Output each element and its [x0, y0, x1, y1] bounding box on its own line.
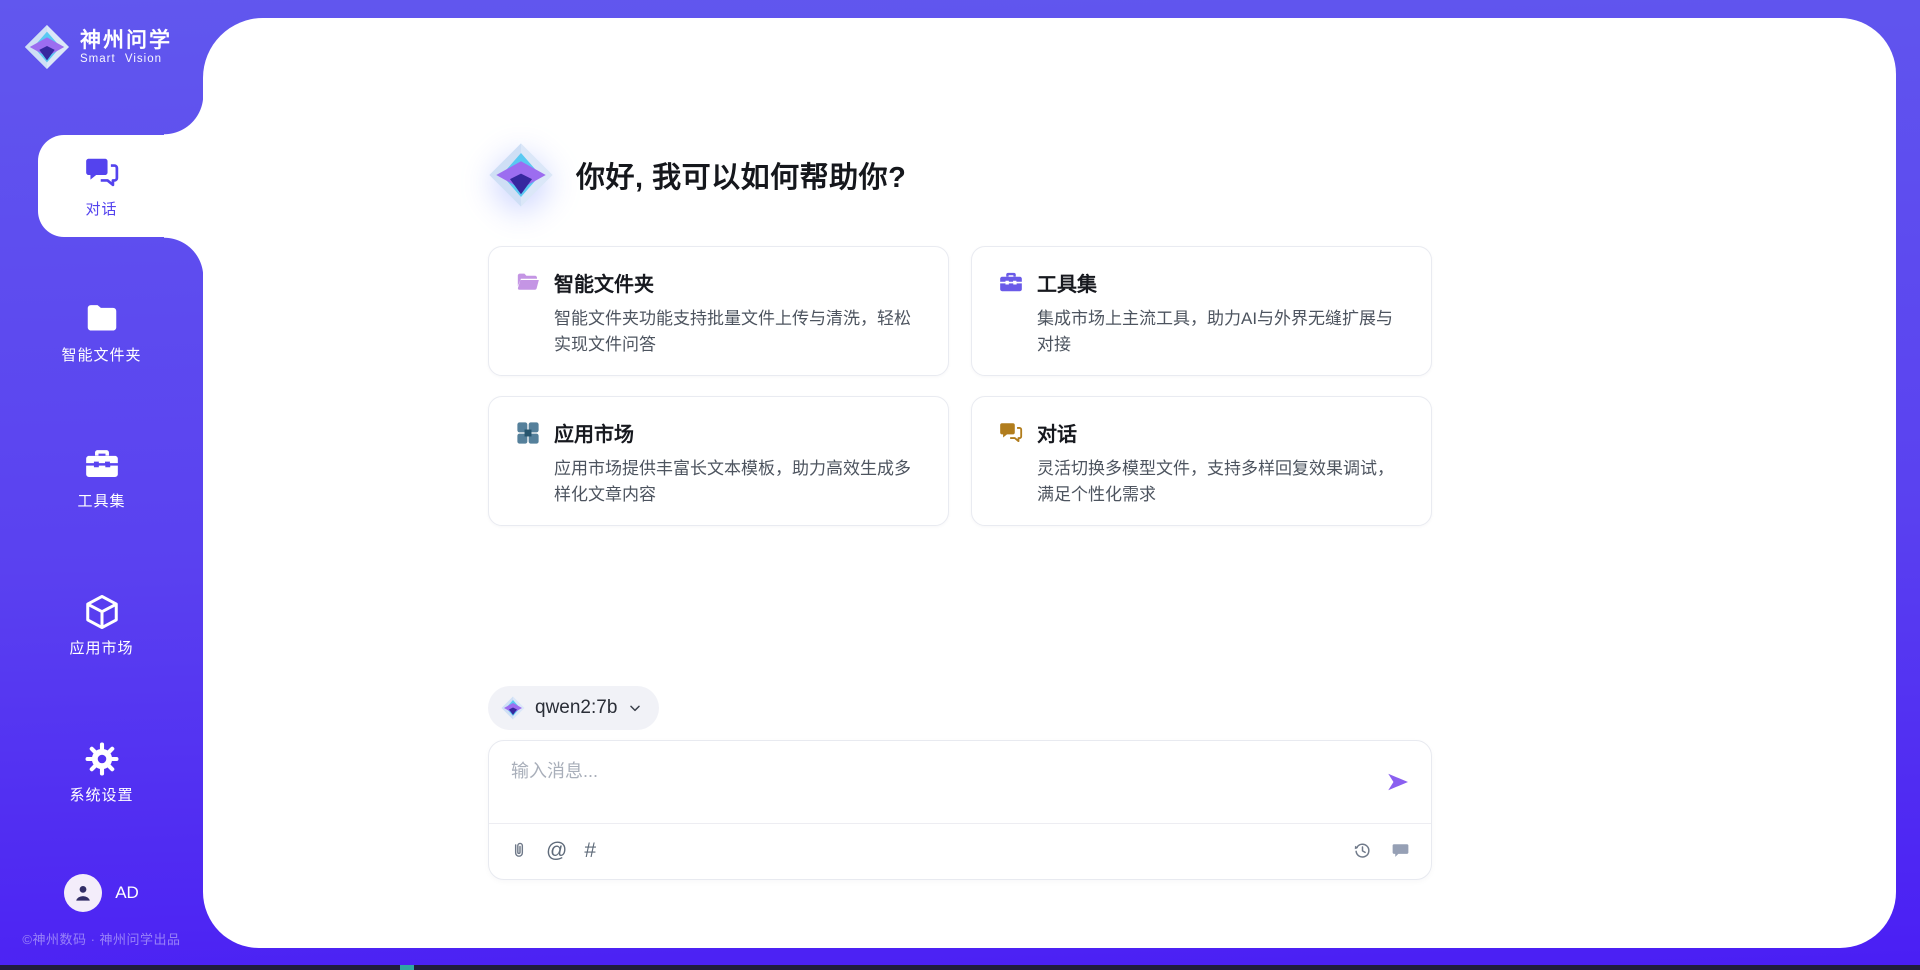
chevron-down-icon: [627, 700, 643, 716]
sidebar-item-label: 系统设置: [0, 784, 203, 805]
bottom-strip: [0, 965, 1920, 970]
send-icon[interactable]: [1385, 769, 1411, 795]
brand: 神州问学 Smart Vision: [0, 0, 203, 70]
greeting: 你好, 我可以如何帮助你?: [488, 142, 1432, 208]
sidebar-item-chat[interactable]: 对话: [0, 154, 203, 219]
avatar: [64, 874, 102, 912]
person-icon: [71, 881, 95, 905]
message-input-card: @ #: [488, 740, 1432, 880]
card-description: 灵活切换多模型文件，支持多样回复效果调试，满足个性化需求: [998, 456, 1405, 508]
sidebar-item-smart-folder[interactable]: 智能文件夹: [0, 300, 203, 365]
hash-icon[interactable]: #: [584, 840, 596, 861]
folder-icon: [83, 300, 121, 338]
card-app-market[interactable]: 应用市场 应用市场提供丰富长文本模板，助力高效生成多样化文章内容: [488, 396, 949, 526]
toolbox-icon: [83, 446, 121, 484]
sidebar-item-label: 工具集: [0, 490, 203, 511]
brand-title: 神州问学: [80, 29, 172, 53]
card-smart-folder[interactable]: 智能文件夹 智能文件夹功能支持批量文件上传与清洗，轻松实现文件问答: [488, 246, 949, 376]
at-icon[interactable]: @: [546, 840, 567, 861]
toolbox-icon: [998, 270, 1024, 296]
card-title: 工具集: [1037, 268, 1097, 297]
grid-icon: [515, 420, 541, 446]
greeting-logo-icon: [488, 142, 554, 208]
sidebar-item-app-market[interactable]: 应用市场: [0, 593, 203, 658]
card-description: 集成市场上主流工具，助力AI与外界无缝扩展与对接: [998, 306, 1405, 358]
composer: qwen2:7b @ #: [488, 686, 1432, 880]
sidebar-item-label: 对话: [0, 198, 203, 219]
copyright-text: ©神州数码 · 神州问学出品: [0, 929, 203, 948]
message-icon[interactable]: [1390, 840, 1411, 861]
cube-icon: [83, 593, 121, 631]
card-title: 对话: [1037, 418, 1077, 447]
greeting-text: 你好, 我可以如何帮助你?: [576, 154, 906, 196]
user-name: AD: [115, 883, 139, 903]
brand-subtitle: Smart Vision: [80, 53, 172, 65]
model-logo-icon: [501, 696, 525, 720]
scrollbar-fragment: [400, 965, 414, 970]
brand-logo-icon: [24, 24, 70, 70]
main-content: 你好, 我可以如何帮助你? 智能文件夹 智能文件夹功能支持批量文件上传与清洗，轻…: [488, 0, 1432, 880]
sidebar-item-settings[interactable]: 系统设置: [0, 740, 203, 805]
sidebar-item-toolset[interactable]: 工具集: [0, 446, 203, 511]
card-title: 应用市场: [554, 418, 634, 447]
paperclip-icon[interactable]: [509, 841, 529, 861]
sidebar: 神州问学 Smart Vision 对话 智能文件夹 工具集 应用市场: [0, 0, 203, 970]
card-title: 智能文件夹: [554, 268, 654, 297]
open-folder-icon: [515, 270, 541, 296]
sidebar-item-label: 智能文件夹: [0, 344, 203, 365]
chat-icon: [83, 154, 121, 192]
sidebar-item-label: 应用市场: [0, 637, 203, 658]
model-selector[interactable]: qwen2:7b: [488, 686, 659, 730]
history-icon[interactable]: [1352, 840, 1373, 861]
user-profile[interactable]: AD: [0, 874, 203, 912]
chat-icon: [998, 420, 1024, 446]
card-description: 应用市场提供丰富长文本模板，助力高效生成多样化文章内容: [515, 456, 922, 508]
card-toolset[interactable]: 工具集 集成市场上主流工具，助力AI与外界无缝扩展与对接: [971, 246, 1432, 376]
card-chat[interactable]: 对话 灵活切换多模型文件，支持多样回复效果调试，满足个性化需求: [971, 396, 1432, 526]
model-name: qwen2:7b: [535, 697, 617, 719]
message-input[interactable]: [511, 757, 1371, 815]
input-toolbar: @ #: [489, 822, 1431, 879]
feature-cards: 智能文件夹 智能文件夹功能支持批量文件上传与清洗，轻松实现文件问答 工具集 集成…: [488, 246, 1432, 526]
card-description: 智能文件夹功能支持批量文件上传与清洗，轻松实现文件问答: [515, 306, 922, 358]
gear-icon: [83, 740, 121, 778]
